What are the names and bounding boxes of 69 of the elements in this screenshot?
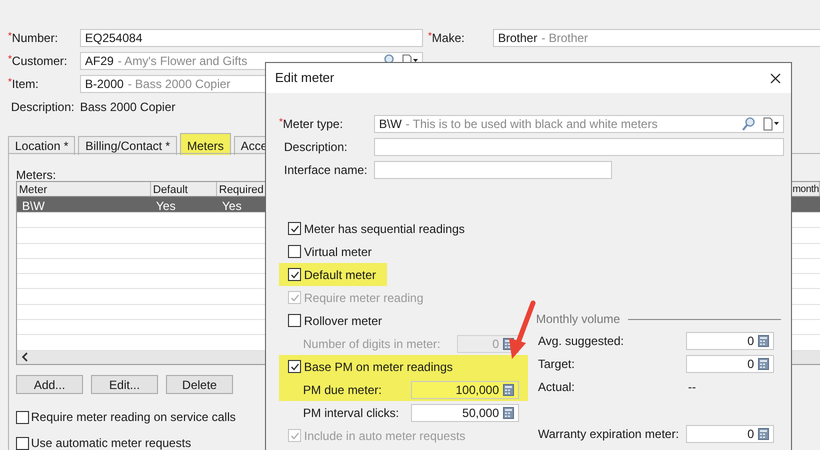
field-value: -- xyxy=(687,378,696,396)
button[interactable]: Edit... xyxy=(91,375,158,394)
checkbox[interactable] xyxy=(16,436,29,450)
scroll-left-icon xyxy=(21,352,29,362)
checkbox[interactable] xyxy=(288,222,301,235)
calculator-icon xyxy=(758,358,769,370)
check-icon xyxy=(290,362,300,371)
button[interactable]: Add... xyxy=(16,375,83,394)
table-cell-text: Yes xyxy=(221,198,243,212)
field-label: *Customer: xyxy=(8,53,68,70)
table-cell-text: B\W xyxy=(21,198,46,212)
checkbox-label: Require meter reading xyxy=(304,290,424,306)
input-field[interactable] xyxy=(374,138,784,156)
field-label: PM interval clicks: xyxy=(302,404,400,422)
field-label: Avg. suggested: xyxy=(537,332,625,350)
checkbox-label: Meter has sequential readings xyxy=(304,220,465,238)
checkbox[interactable] xyxy=(288,268,301,281)
checkbox-label: Rollover meter xyxy=(304,312,382,330)
checkbox[interactable] xyxy=(16,410,29,424)
field-label: PM due meter: xyxy=(302,382,383,398)
field-label: *Meter type: xyxy=(279,116,344,133)
close-icon xyxy=(770,72,780,84)
input-field[interactable] xyxy=(374,161,612,179)
column-header[interactable]: Meter xyxy=(17,182,151,196)
checkbox[interactable] xyxy=(288,245,301,258)
number-field[interactable]: 0 xyxy=(686,332,774,350)
input-field[interactable]: Brother - Brother xyxy=(493,29,820,47)
checkbox-label: Virtual meter xyxy=(304,244,372,260)
tab[interactable]: Meters xyxy=(180,133,231,155)
number-field[interactable]: 100,000 xyxy=(411,380,519,398)
arrow xyxy=(506,299,536,361)
checkbox-label: Require meter reading on service calls xyxy=(31,409,236,426)
calculator-icon xyxy=(758,428,769,440)
check-icon xyxy=(290,224,300,233)
field-label: Description: xyxy=(10,99,76,116)
checkbox-label: Base PM on meter readings xyxy=(304,358,453,376)
field-label: Target: xyxy=(537,356,576,372)
checkbox-label: Include in auto meter requests xyxy=(304,428,466,444)
field-label: *Item: xyxy=(8,76,40,93)
document-dropdown-icon xyxy=(763,117,779,131)
field-label: Interface name: xyxy=(283,162,368,179)
field-label: Description: xyxy=(283,139,348,156)
calculator-icon xyxy=(758,334,769,346)
search-icon xyxy=(742,117,755,131)
number-field[interactable]: 0 xyxy=(686,424,774,442)
table-cell-text: Yes xyxy=(155,198,177,212)
calculator-icon xyxy=(503,406,514,418)
checkbox[interactable] xyxy=(288,360,301,373)
checkbox-label: Use automatic meter requests xyxy=(31,435,192,450)
field-label: Warranty expiration meter: xyxy=(537,426,680,442)
input-field[interactable]: EQ254084 xyxy=(80,29,423,47)
tab[interactable]: Location * xyxy=(8,136,76,155)
check-icon xyxy=(290,270,300,279)
field-value: Bass 2000 Copier xyxy=(80,99,176,116)
calculator-icon xyxy=(503,384,514,396)
field-label: *Make: xyxy=(428,30,466,47)
field-label: Number of digits in meter: xyxy=(302,336,442,352)
button[interactable]: Delete xyxy=(166,375,233,394)
number-field[interactable]: 0 xyxy=(686,354,774,372)
panel-label: Meters: xyxy=(16,167,56,181)
checkbox[interactable] xyxy=(288,314,301,327)
checkbox-label: Default meter xyxy=(304,266,376,284)
field-label: *Number: xyxy=(8,30,59,47)
column-header[interactable]: Default xyxy=(151,182,217,196)
group-title: Monthly volume xyxy=(536,311,620,328)
tab[interactable]: Billing/Contact * xyxy=(78,136,178,155)
number-field[interactable]: 50,000 xyxy=(411,404,519,422)
field-label: Actual: xyxy=(537,378,576,396)
input-field[interactable]: B\W - This is to be used with black and white meters xyxy=(374,115,784,133)
